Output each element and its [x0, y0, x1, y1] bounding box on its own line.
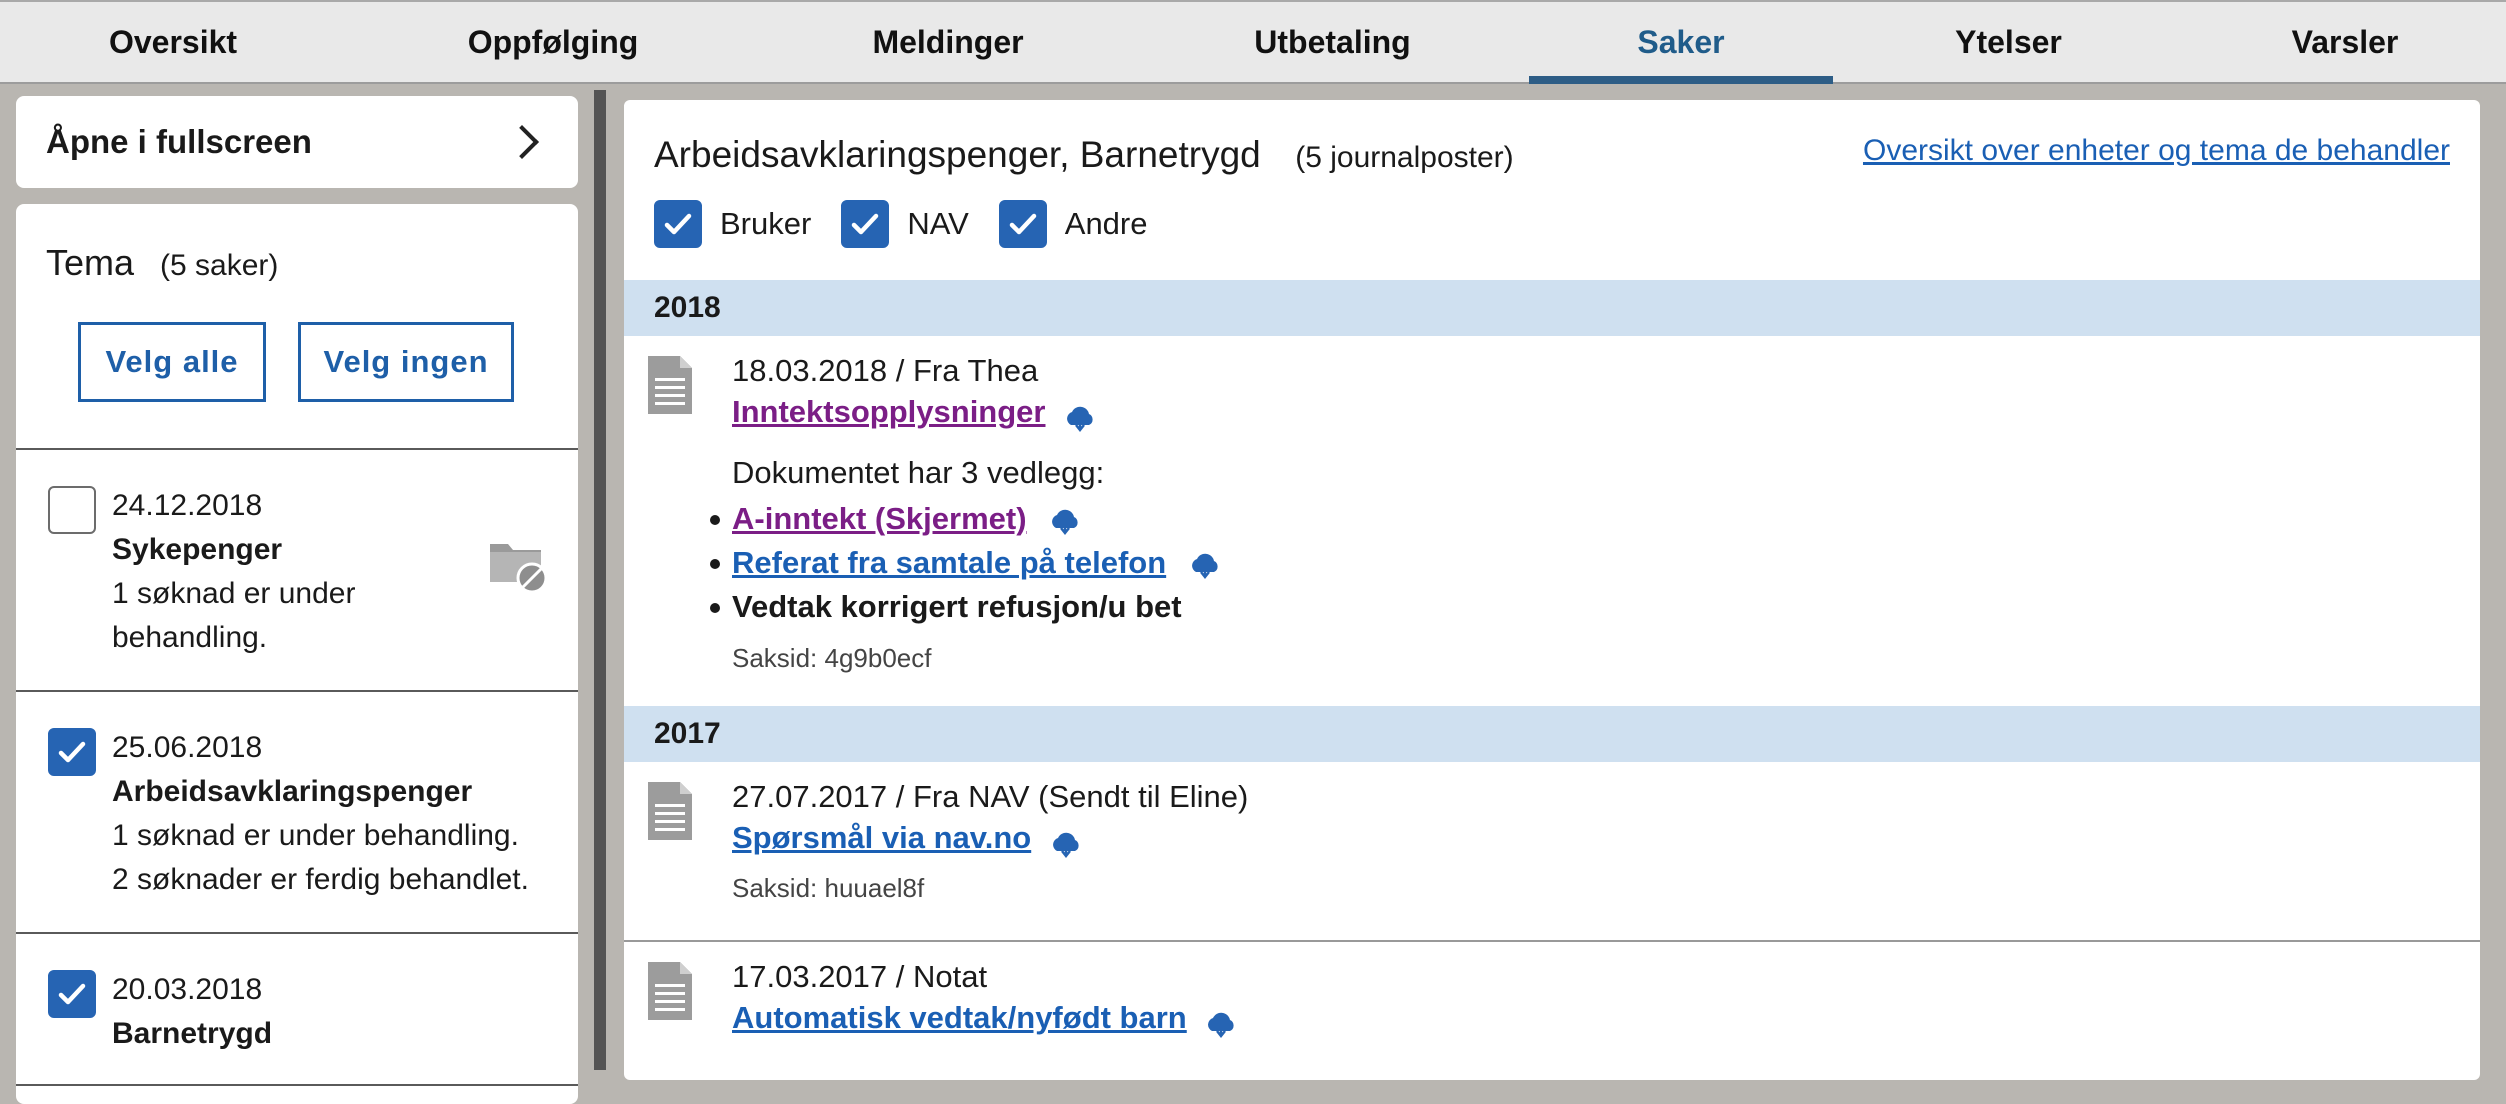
tema-panel: Tema (5 saker) Velg alle Velg ingen 24.1… — [16, 204, 578, 1104]
attachment-item: Vedtak korrigert refusjon/u bet — [710, 585, 2480, 629]
document-link[interactable]: Inntektsopplysninger — [732, 394, 1045, 430]
journal-entry: 27.07.2017 / Fra NAV (Sendt til Eline) S… — [624, 762, 2480, 940]
checkmark-icon — [58, 983, 86, 1005]
attachment-link[interactable]: Referat fra samtale på telefon — [732, 541, 1166, 585]
overview-link[interactable]: Oversikt over enheter og tema de behandl… — [1863, 134, 2450, 168]
attachment-item: A-inntekt (Skjermet) — [710, 497, 2480, 541]
cloud-download-icon[interactable] — [1203, 1009, 1239, 1039]
attachments-title: Dokumentet har 3 vedlegg: — [732, 454, 1105, 490]
select-all-button[interactable]: Velg alle — [78, 322, 266, 402]
document-icon — [648, 356, 692, 414]
tab-utbetaling[interactable]: Utbetaling — [1136, 2, 1529, 82]
filter-checkbox[interactable] — [998, 200, 1047, 248]
attachment-name: Vedtak korrigert refusjon/u bet — [732, 588, 1182, 624]
tema-title: Tema — [46, 242, 135, 283]
journal-entry: 17.03.2017 / Notat Automatisk vedtak/nyf… — [624, 942, 2480, 1062]
sak-status: behandling. — [112, 621, 268, 654]
filter-label: Andre — [1064, 206, 1148, 241]
entry-meta: 18.03.2018 / Fra Thea — [732, 353, 1039, 388]
tab-meldinger[interactable]: Meldinger — [760, 2, 1136, 82]
document-link[interactable]: Automatisk vedtak/nyfødt barn — [732, 1000, 1187, 1036]
filter-label: Bruker — [720, 206, 812, 241]
year-header: 2018 — [624, 280, 2480, 336]
sidebar: Åpne i fullscreen Tema (5 saker) Velg al… — [16, 96, 578, 1104]
cloud-download-icon[interactable] — [1048, 829, 1084, 859]
filter-bruker[interactable]: Bruker — [654, 200, 811, 248]
tab-ytelser[interactable]: Ytelser — [1833, 2, 2184, 82]
folder-blocked-icon — [490, 544, 548, 594]
checkmark-icon — [58, 741, 86, 763]
sak-checkbox[interactable] — [48, 486, 96, 534]
tab-bar: Oversikt Oppfølging Meldinger Utbetaling… — [0, 0, 2506, 84]
fullscreen-label: Åpne i fullscreen — [46, 123, 312, 160]
checkmark-icon — [664, 213, 692, 235]
tab-oppfolging[interactable]: Oppfølging — [346, 2, 760, 82]
sak-item-sykepenger[interactable]: 24.12.2018 Sykepenger 1 søknad er under … — [16, 450, 578, 690]
sak-item-arbeidsavklaringspenger[interactable]: 25.06.2018 Arbeidsavklaringspenger 1 søk… — [16, 692, 578, 932]
filter-checkbox[interactable] — [654, 200, 702, 248]
journal-header: Arbeidsavklaringspenger, Barnetrygd (5 j… — [624, 100, 2480, 248]
entry-meta: 27.07.2017 / Fra NAV (Sendt til Eline) — [732, 779, 1249, 814]
tab-saker[interactable]: Saker — [1529, 2, 1833, 84]
fullscreen-button[interactable]: Åpne i fullscreen — [16, 96, 578, 188]
journal-panel: Arbeidsavklaringspenger, Barnetrygd (5 j… — [624, 100, 2480, 1080]
filter-nav[interactable]: NAV — [841, 200, 969, 248]
journal-count: (5 journalposter) — [1295, 141, 1514, 174]
entry-meta: 17.03.2017 / Notat — [732, 959, 988, 994]
saksid: Saksid: huuael8f — [732, 872, 925, 903]
sak-date: 20.03.2018 — [112, 973, 263, 1006]
sak-name: Barnetrygd — [112, 1017, 273, 1050]
sak-checkbox[interactable] — [48, 970, 96, 1018]
tema-count: (5 saker) — [160, 249, 279, 282]
journal-filters: Bruker NAV Andre — [654, 200, 2450, 248]
cloud-download-icon[interactable] — [1047, 506, 1083, 536]
sak-date: 25.06.2018 — [112, 731, 263, 764]
document-icon — [648, 782, 692, 840]
attachment-list: A-inntekt (Skjermet) Referat fra samtale… — [710, 497, 2480, 629]
sak-item-barnetrygd[interactable]: 20.03.2018 Barnetrygd — [16, 934, 578, 1084]
divider — [16, 1084, 578, 1086]
chevron-right-icon — [505, 125, 539, 159]
tema-buttons: Velg alle Velg ingen — [16, 284, 578, 402]
panel-splitter[interactable] — [594, 90, 606, 1070]
page-title: Arbeidsavklaringspenger, Barnetrygd — [654, 134, 1261, 175]
tema-header: Tema (5 saker) — [16, 204, 578, 284]
document-icon — [648, 962, 692, 1020]
sak-status: 2 søknader er ferdig behandlet. — [112, 863, 529, 896]
cloud-download-icon[interactable] — [1187, 550, 1223, 580]
tab-oversikt[interactable]: Oversikt — [0, 2, 346, 82]
filter-andre[interactable]: Andre — [998, 200, 1148, 248]
tab-varsler[interactable]: Varsler — [2184, 2, 2506, 82]
journal-entry: 18.03.2018 / Fra Thea Inntektsopplysning… — [624, 336, 2480, 706]
checkmark-icon — [852, 213, 879, 235]
sak-status: 1 søknad er under behandling. — [112, 819, 519, 852]
checkmark-icon — [1009, 213, 1037, 235]
sak-checkbox[interactable] — [48, 728, 96, 776]
saksid: Saksid: 4g9b0ecf — [732, 642, 932, 673]
filter-label: NAV — [907, 206, 969, 241]
select-none-button[interactable]: Velg ingen — [298, 322, 514, 402]
sak-name: Arbeidsavklaringspenger — [112, 775, 473, 808]
sak-date: 24.12.2018 — [112, 489, 263, 522]
document-link[interactable]: Spørsmål via nav.no — [732, 820, 1031, 856]
attachment-item: Referat fra samtale på telefon — [710, 541, 2480, 585]
filter-checkbox[interactable] — [841, 200, 890, 248]
attachment-link[interactable]: A-inntekt (Skjermet) — [732, 497, 1027, 541]
year-header: 2017 — [624, 706, 2480, 762]
cloud-download-icon[interactable] — [1062, 403, 1098, 433]
